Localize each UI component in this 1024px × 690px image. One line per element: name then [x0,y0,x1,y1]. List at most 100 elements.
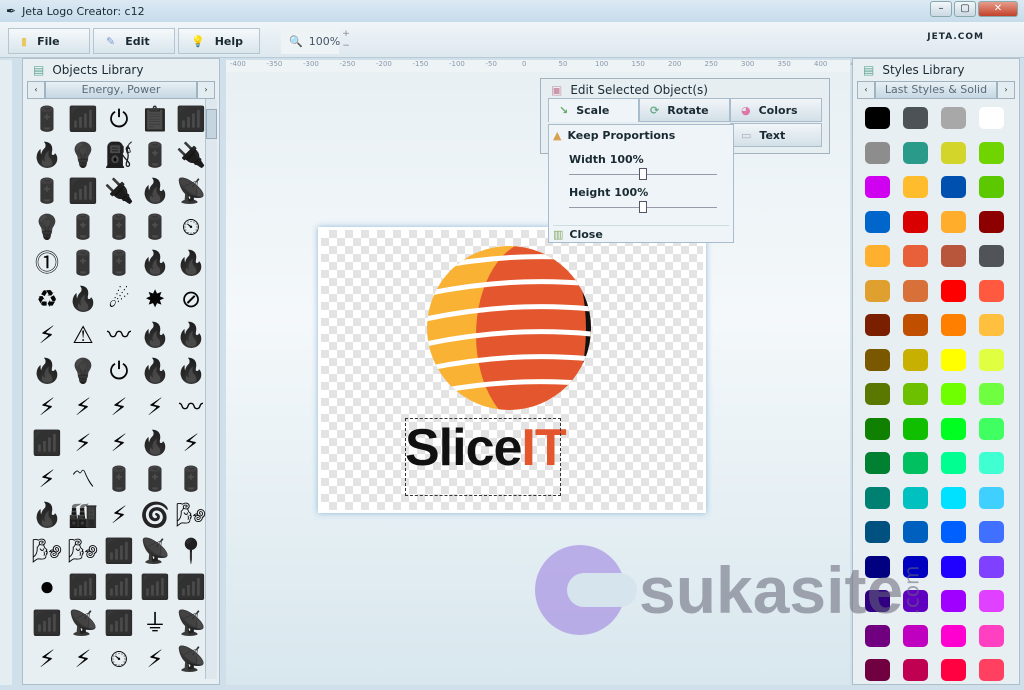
next-style-button[interactable]: › [997,81,1015,99]
style-swatch[interactable] [979,452,1004,474]
library-object-icon[interactable]: ⛽ [101,137,137,173]
help-menu-button[interactable]: 💡 Help [178,28,260,54]
library-object-icon[interactable]: 🔋 [65,245,101,281]
library-object-icon[interactable]: 〰 [101,317,137,353]
library-object-icon[interactable]: 📶 [101,605,137,641]
style-swatch[interactable] [865,314,890,336]
style-swatch[interactable] [865,210,890,233]
style-swatch[interactable] [941,348,966,371]
style-swatch[interactable] [941,107,966,129]
style-swatch[interactable] [979,141,1004,164]
library-object-icon[interactable]: ⚡ [137,389,173,425]
width-slider-thumb[interactable] [639,168,647,180]
library-object-icon[interactable]: 🔥 [173,245,209,281]
library-object-icon[interactable]: 🔋 [101,461,137,497]
style-swatch[interactable] [865,348,890,371]
library-object-icon[interactable]: ⏻ [101,353,137,389]
style-swatch[interactable] [941,486,966,509]
library-object-icon[interactable]: 💡 [65,353,101,389]
library-object-icon[interactable]: ⚡ [29,389,65,425]
style-swatch[interactable] [903,176,928,198]
library-object-icon[interactable]: 🌀 [137,497,173,533]
library-object-icon[interactable]: ⚡ [29,641,65,677]
library-object-icon[interactable]: 📶 [173,569,209,605]
library-object-icon[interactable]: ⚡ [101,425,137,461]
library-object-icon[interactable]: 📡 [173,605,209,641]
style-swatch[interactable] [941,245,966,267]
library-object-icon[interactable]: 🔋 [101,245,137,281]
library-object-icon[interactable]: 🔌 [101,173,137,209]
library-object-icon[interactable]: ♻ [29,281,65,317]
style-swatch[interactable] [941,383,966,405]
library-object-icon[interactable]: 🔋 [137,209,173,245]
library-object-icon[interactable]: ⚡ [65,425,101,461]
style-swatch[interactable] [941,176,966,198]
library-object-icon[interactable]: ⚡ [65,641,101,677]
library-object-icon[interactable]: 🔋 [173,461,209,497]
style-swatch[interactable] [979,590,1004,612]
style-category-selector[interactable]: Last Styles & Solid [875,81,997,99]
style-swatch[interactable] [941,659,966,681]
library-object-icon[interactable]: ⏲ [101,641,137,677]
style-swatch[interactable] [941,452,966,474]
library-object-icon[interactable]: 📶 [101,533,137,569]
library-object-icon[interactable]: 🔋 [137,137,173,173]
library-object-icon[interactable]: 📡 [137,533,173,569]
style-swatch[interactable] [903,659,928,681]
zoom-level[interactable]: 🔍 100% [281,28,340,54]
library-object-icon[interactable]: 🔋 [29,101,65,137]
library-object-icon[interactable]: ⚠ [65,317,101,353]
library-object-icon[interactable]: ⏚ [137,605,173,641]
library-object-icon[interactable]: 🔥 [65,281,101,317]
style-swatch[interactable] [941,521,966,543]
library-object-icon[interactable]: ⚡ [29,461,65,497]
style-swatch[interactable] [941,141,966,164]
style-swatch[interactable] [903,521,928,543]
library-object-icon[interactable]: ⓵ [29,245,65,281]
style-swatch[interactable] [865,383,890,405]
style-swatch[interactable] [979,314,1004,336]
style-swatch[interactable] [865,107,890,129]
library-object-icon[interactable]: ⚡ [29,317,65,353]
keep-proportions-toggle[interactable]: ▲ Keep Proportions [553,129,675,142]
library-object-icon[interactable]: ⚡ [173,425,209,461]
library-object-icon[interactable]: 🔥 [173,317,209,353]
style-swatch[interactable] [865,141,890,164]
style-swatch[interactable] [979,383,1004,405]
style-swatch[interactable] [865,486,890,509]
style-swatch[interactable] [941,624,966,647]
style-swatch[interactable] [903,486,928,509]
library-object-icon[interactable]: 🔥 [137,353,173,389]
edit-menu-button[interactable]: ✎ Edit [93,28,175,54]
library-object-icon[interactable]: 🔥 [29,353,65,389]
file-menu-button[interactable]: ▮ File [8,28,90,54]
logo-canvas[interactable]: SliceIT [318,227,706,513]
library-object-icon[interactable]: 📍 [173,533,209,569]
library-object-icon[interactable]: ⊘ [173,281,209,317]
library-object-icon[interactable]: ⚡ [137,641,173,677]
style-swatch[interactable] [865,417,890,440]
library-object-icon[interactable]: 🌬 [65,533,101,569]
close-panel-button[interactable]: ▥ Close [553,225,729,241]
library-object-icon[interactable]: 🔋 [137,461,173,497]
next-category-button[interactable]: › [197,81,215,99]
library-object-icon[interactable]: 📶 [65,101,101,137]
library-object-icon[interactable]: 📡 [65,605,101,641]
style-swatch[interactable] [865,659,890,681]
style-swatch[interactable] [903,210,928,233]
library-object-icon[interactable]: 📶 [65,173,101,209]
library-object-icon[interactable]: 🔥 [29,497,65,533]
library-object-icon[interactable]: 〰 [173,389,209,425]
style-swatch[interactable] [865,521,890,543]
style-swatch[interactable] [865,176,890,198]
style-swatch[interactable] [903,383,928,405]
style-swatch[interactable] [941,590,966,612]
library-object-icon[interactable]: 🔥 [137,317,173,353]
style-swatch[interactable] [941,417,966,440]
style-swatch[interactable] [979,417,1004,440]
style-swatch[interactable] [979,555,1004,578]
prev-style-button[interactable]: ‹ [857,81,875,99]
library-object-icon[interactable]: ⏻ [101,101,137,137]
style-swatch[interactable] [979,176,1004,198]
style-swatch[interactable] [941,210,966,233]
